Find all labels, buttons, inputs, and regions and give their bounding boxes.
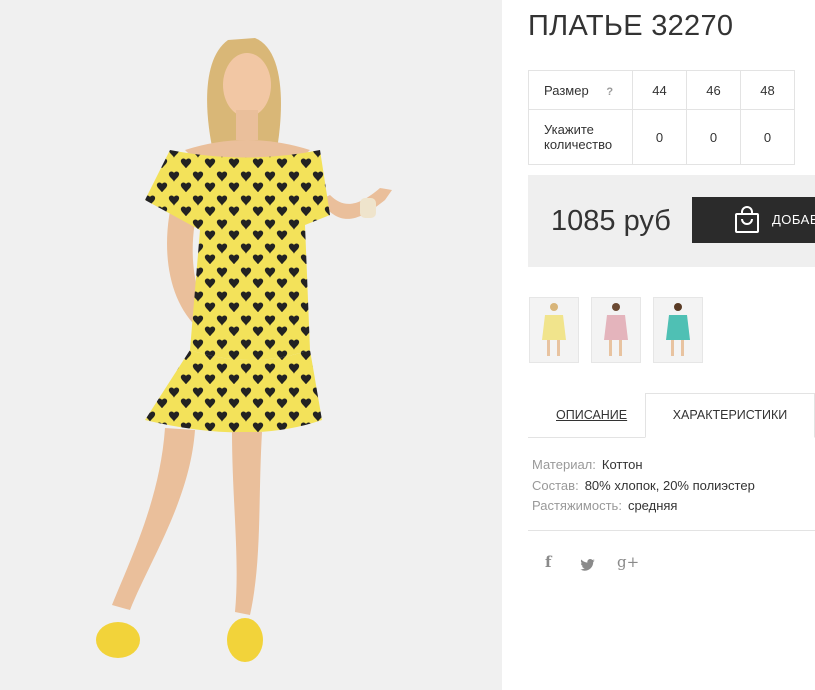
spec-key: Растяжимость: — [532, 498, 622, 513]
spec-value: 80% хлопок, 20% полиэстер — [584, 478, 755, 493]
model-illustration — [96, 38, 392, 662]
spec-value: средняя — [627, 498, 678, 513]
size-44: 44 — [632, 70, 687, 110]
spec-value: Коттон — [601, 457, 643, 472]
size-48: 48 — [740, 70, 795, 110]
add-to-cart-label: ДОБАВИТЬ В КОРЗИНУ — [772, 212, 815, 227]
twitter-icon[interactable] — [580, 557, 595, 575]
product-title: ПЛАТЬЕ 32270 — [528, 10, 734, 42]
size-table: Размер ? 44 46 48 Укажите количество 0 0… — [528, 70, 795, 165]
spec-stretch: Растяжимость: средняя — [532, 498, 677, 513]
facebook-icon[interactable]: f — [545, 553, 551, 571]
spec-key: Материал: — [532, 457, 596, 472]
quantity-input-48[interactable]: 0 — [740, 109, 795, 165]
size-46: 46 — [686, 70, 741, 110]
spec-material: Материал: Коттон — [532, 457, 643, 472]
tab-description[interactable]: ОПИСАНИЕ — [556, 408, 627, 422]
quantity-label: Укажите количество — [528, 109, 633, 165]
thumbnail-yellow-dress[interactable] — [529, 297, 579, 363]
tab-characteristics[interactable]: ХАРАКТЕРИСТИКИ — [645, 393, 815, 438]
quantity-row: Укажите количество 0 0 0 — [528, 109, 795, 165]
price: 1085 руб — [551, 205, 671, 237]
thumbnail-teal-dress[interactable] — [653, 297, 703, 363]
size-label-cell: Размер ? — [528, 70, 633, 110]
shopping-bag-icon — [734, 206, 760, 239]
product-photo — [0, 0, 502, 690]
googleplus-icon[interactable]: g+ — [617, 553, 639, 571]
help-icon[interactable]: ? — [606, 86, 613, 98]
add-to-cart-button[interactable]: ДОБАВИТЬ В КОРЗИНУ — [692, 197, 815, 243]
thumbnail-pink-dress[interactable] — [591, 297, 641, 363]
quantity-label-line2: количество — [544, 137, 613, 152]
quantity-input-44[interactable]: 0 — [632, 109, 687, 165]
spec-key: Состав: — [532, 478, 579, 493]
quantity-input-46[interactable]: 0 — [686, 109, 741, 165]
spec-composition: Состав: 80% хлопок, 20% полиэстер — [532, 478, 755, 493]
size-label: Размер — [544, 82, 589, 98]
size-row: Размер ? 44 46 48 — [528, 70, 795, 110]
price-box: 1085 руб ДОБАВИТЬ В КОРЗИНУ — [528, 175, 815, 267]
section-divider — [528, 530, 815, 531]
quantity-label-line1: Укажите — [544, 122, 594, 137]
